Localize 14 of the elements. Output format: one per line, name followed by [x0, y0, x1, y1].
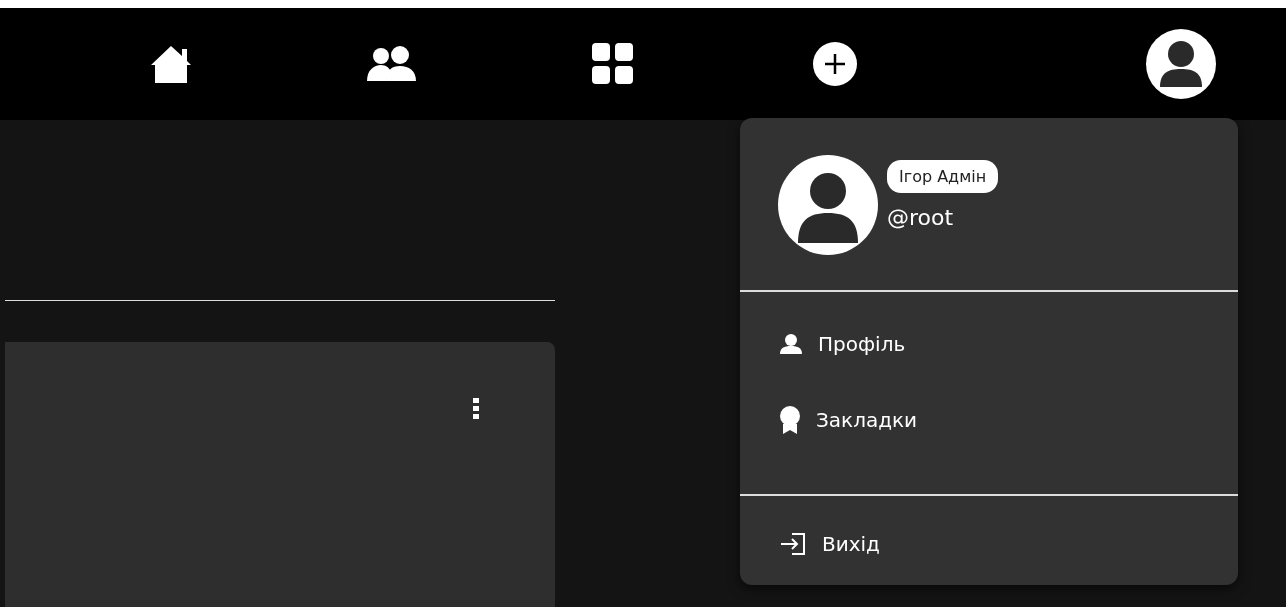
user-name: Ігор Адмін	[887, 160, 999, 193]
user-avatar-icon	[778, 155, 878, 255]
menu-item[interactable]: Профіль	[780, 314, 914, 374]
award-ribbon-icon	[780, 406, 800, 434]
person-icon	[780, 334, 802, 354]
grid-icon[interactable]	[592, 43, 635, 85]
sign-out-icon	[780, 532, 806, 556]
menu-item[interactable]: Вихід	[780, 514, 888, 574]
user-handle: @root	[887, 205, 954, 230]
more-options-icon[interactable]	[473, 398, 479, 420]
add-icon[interactable]	[812, 42, 857, 86]
people-icon[interactable]	[366, 46, 418, 82]
menu-item[interactable]: Закладки	[780, 390, 926, 450]
avatar-icon[interactable]	[1146, 29, 1217, 99]
